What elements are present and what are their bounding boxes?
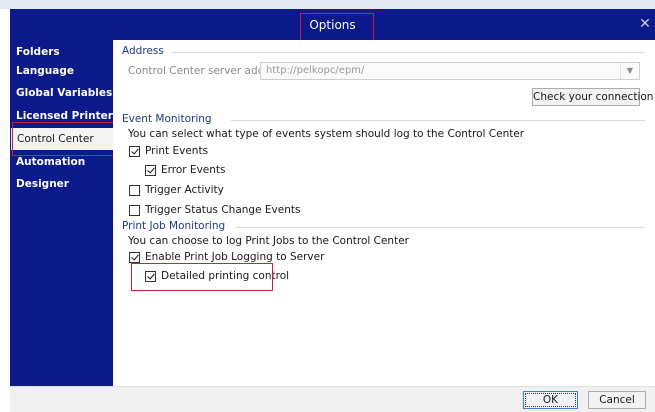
detailed-control-highlight-box <box>131 263 273 291</box>
close-icon[interactable]: ✕ <box>637 15 653 33</box>
section-divider <box>231 120 645 121</box>
section-divider <box>236 227 645 228</box>
section-divider <box>171 52 645 53</box>
chevron-down-icon[interactable]: ▼ <box>620 63 639 79</box>
address-section-title: Address <box>122 45 164 57</box>
sidebar-item-global-variables[interactable]: Global Variables <box>10 82 113 104</box>
trigger-activity-label[interactable]: Trigger Activity <box>145 184 224 196</box>
ok-button[interactable]: OK <box>523 391 578 409</box>
sidebar-item-language[interactable]: Language <box>10 60 113 82</box>
error-events-checkbox[interactable] <box>145 165 156 176</box>
error-events-label[interactable]: Error Events <box>161 164 225 176</box>
event-monitoring-description: You can select what type of events syste… <box>128 128 525 140</box>
window-title: Options <box>309 18 356 32</box>
print-events-label[interactable]: Print Events <box>145 145 208 157</box>
enable-logging-label[interactable]: Enable Print Job Logging to Server <box>145 251 324 263</box>
server-address-value: http://pelkopc/epm/ <box>266 65 365 76</box>
check-connection-button[interactable]: Check your connection <box>532 88 653 106</box>
options-panel: Address Control Center server address: h… <box>113 40 655 386</box>
desktop-strip <box>0 0 655 9</box>
sidebar: Folders Language Global Variables Licens… <box>10 40 113 386</box>
trigger-status-label[interactable]: Trigger Status Change Events <box>145 204 300 216</box>
sidebar-highlight-box <box>12 122 115 156</box>
title-bar: Options ✕ <box>10 9 655 40</box>
cancel-button[interactable]: Cancel <box>588 391 646 409</box>
sidebar-item-designer[interactable]: Designer <box>10 173 113 195</box>
trigger-activity-checkbox[interactable] <box>129 185 140 196</box>
dialog-footer: OK Cancel <box>10 386 655 412</box>
print-events-checkbox[interactable] <box>129 146 140 157</box>
server-address-input[interactable]: http://pelkopc/epm/ ▼ <box>260 62 640 80</box>
print-job-description: You can choose to log Print Jobs to the … <box>128 235 409 247</box>
print-job-section-title: Print Job Monitoring <box>122 220 226 232</box>
enable-logging-checkbox[interactable] <box>129 252 140 263</box>
event-monitoring-section-title: Event Monitoring <box>122 113 212 125</box>
trigger-status-checkbox[interactable] <box>129 205 140 216</box>
